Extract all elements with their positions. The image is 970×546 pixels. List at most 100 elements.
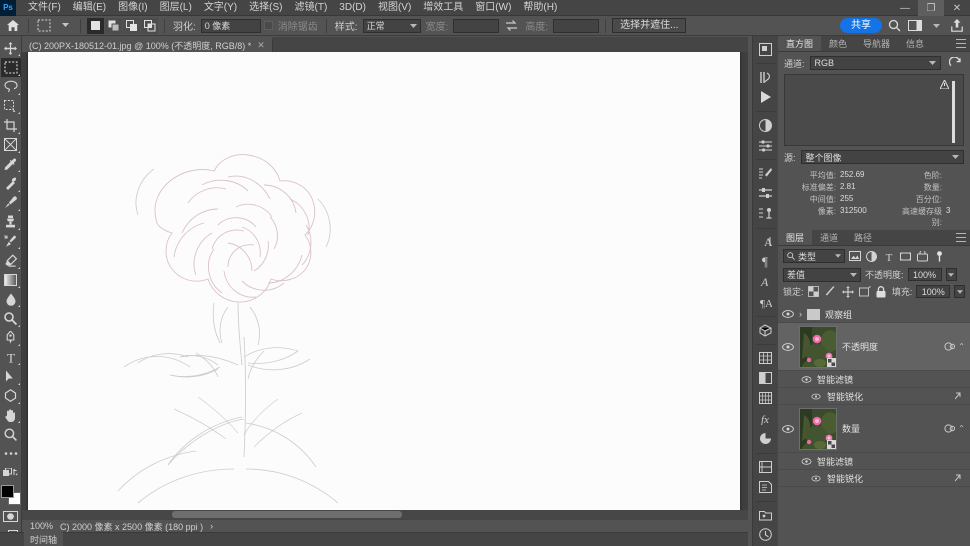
lasso-tool[interactable] [1,78,21,96]
zoom-level[interactable]: 100% [30,521,53,531]
smart-filter-visibility-icon[interactable] [800,375,812,383]
document-canvas[interactable] [28,52,740,519]
fill-input[interactable]: 100% [916,285,951,298]
table-row[interactable]: 不透明度 ⌃ [778,323,970,371]
layer-comps-icon[interactable] [755,458,777,476]
menu-plugins[interactable]: 增效工具 [417,0,469,16]
tab-paths[interactable]: 路径 [846,230,880,245]
smart-filter-visibility-icon[interactable] [800,457,812,465]
filter-visibility-icon[interactable] [810,393,822,400]
subtract-selection-button[interactable] [123,17,140,34]
brush-tool[interactable] [1,194,21,212]
fill-chevron-icon[interactable] [954,285,966,298]
layer-visibility-icon[interactable] [782,310,794,318]
eraser-tool[interactable] [1,251,21,269]
select-and-mask-button[interactable]: 选择并遮住... [612,18,687,33]
new-selection-button[interactable] [87,17,104,34]
list-item[interactable]: 智能锐化 [778,470,970,487]
default-colors-icon[interactable] [1,464,21,482]
styles-panel-icon[interactable]: fx [755,409,777,427]
panel-menu-icon[interactable] [956,233,966,242]
tab-layers[interactable]: 图层 [778,230,813,245]
antialias-checkbox[interactable] [263,21,273,30]
paragraph-panel-icon[interactable]: ¶ [755,253,777,271]
layer-visibility-icon[interactable] [782,424,794,433]
close-icon[interactable]: ✕ [257,40,265,51]
dodge-tool[interactable] [1,309,21,327]
color-swatches[interactable] [0,485,21,506]
opacity-chevron-icon[interactable] [945,268,957,281]
group-expand-arrow-icon[interactable]: › [799,309,802,319]
shape-tool[interactable] [1,387,21,405]
frame-tool[interactable] [1,136,21,154]
lock-position-icon[interactable] [841,285,854,298]
table-row[interactable]: › 观察组 [778,306,970,323]
smart-filter-icon[interactable] [944,342,956,351]
share-export-icon[interactable] [948,18,966,34]
chevron-up-icon[interactable]: ⌃ [958,424,965,433]
adjustment-filter-icon[interactable] [864,249,879,264]
swatches-panel-icon[interactable] [755,349,777,367]
measurement-icon[interactable] [755,526,777,544]
smartobject-filter-icon[interactable] [915,249,930,264]
list-item[interactable]: 智能滤镜 [778,453,970,470]
paragraph-styles-icon[interactable]: ¶A [755,293,777,311]
menu-help[interactable]: 帮助(H) [517,0,563,16]
menu-3d[interactable]: 3D(D) [333,0,372,16]
libraries-panel-icon[interactable] [755,506,777,524]
rectangular-marquee-tool[interactable] [0,58,21,77]
list-item[interactable]: 智能锐化 [778,388,970,405]
workspace-icon[interactable] [906,18,924,34]
history-brush-tool[interactable] [1,232,21,250]
edit-toolbar-icon[interactable] [1,445,21,463]
menu-select[interactable]: 选择(S) [243,0,288,16]
source-select[interactable]: 整个图像 [800,150,964,164]
filter-blend-options-icon[interactable] [955,392,970,401]
tool-presets-icon[interactable] [755,205,777,223]
panel-menu-icon[interactable] [956,39,966,48]
move-tool[interactable] [1,39,21,57]
tab-histogram[interactable]: 直方图 [778,36,822,51]
foreground-color-swatch[interactable] [0,485,14,499]
menu-view[interactable]: 视图(V) [372,0,417,16]
smart-filter-icon[interactable] [944,424,956,433]
feather-input[interactable]: 0 像素 [200,18,261,33]
crop-tool[interactable] [1,116,21,134]
intersect-selection-button[interactable] [141,17,158,34]
tab-color[interactable]: 颜色 [821,36,855,51]
layer-visibility-icon[interactable] [782,342,794,351]
gradient-tool[interactable] [1,271,21,289]
blur-tool[interactable] [1,290,21,308]
menu-type[interactable]: 文字(Y) [198,0,243,16]
hand-tool[interactable] [1,406,21,424]
lock-artboard-icon[interactable] [858,285,871,298]
shape-filter-icon[interactable] [898,249,913,264]
brush-settings-icon[interactable] [755,164,777,182]
scrollbar-thumb[interactable] [172,511,402,518]
menu-window[interactable]: 窗口(W) [469,0,517,16]
channel-select[interactable]: RGB [809,56,941,70]
eyedropper-tool[interactable] [1,155,21,173]
filter-blend-options-icon[interactable] [955,474,970,483]
minimize-button[interactable]: — [892,0,918,16]
adjustments-panel-icon[interactable] [755,116,777,134]
tab-timeline[interactable]: 时间轴 [24,532,64,546]
canvas-area[interactable] [22,52,748,519]
blend-mode-select[interactable]: 差值 [783,267,861,282]
swap-dimensions-icon[interactable] [502,18,520,34]
character-panel-icon[interactable]: A [755,233,777,251]
close-button[interactable]: ✕ [944,0,970,16]
warning-icon[interactable] [940,80,949,89]
marquee-tool-icon[interactable] [35,18,53,34]
filter-visibility-icon[interactable] [810,475,822,482]
3d-panel-icon[interactable] [755,321,777,339]
shapes-panel-icon[interactable] [755,430,777,448]
brushes-panel-icon[interactable] [755,184,777,202]
play-icon[interactable] [755,88,777,106]
status-chevron-icon[interactable]: › [210,521,213,531]
type-tool[interactable]: T [1,348,21,366]
menu-image[interactable]: 图像(I) [112,0,153,16]
quick-mask-icon[interactable] [1,508,21,526]
share-button[interactable]: 共享 [840,18,882,33]
tab-info[interactable]: 信息 [898,36,932,51]
